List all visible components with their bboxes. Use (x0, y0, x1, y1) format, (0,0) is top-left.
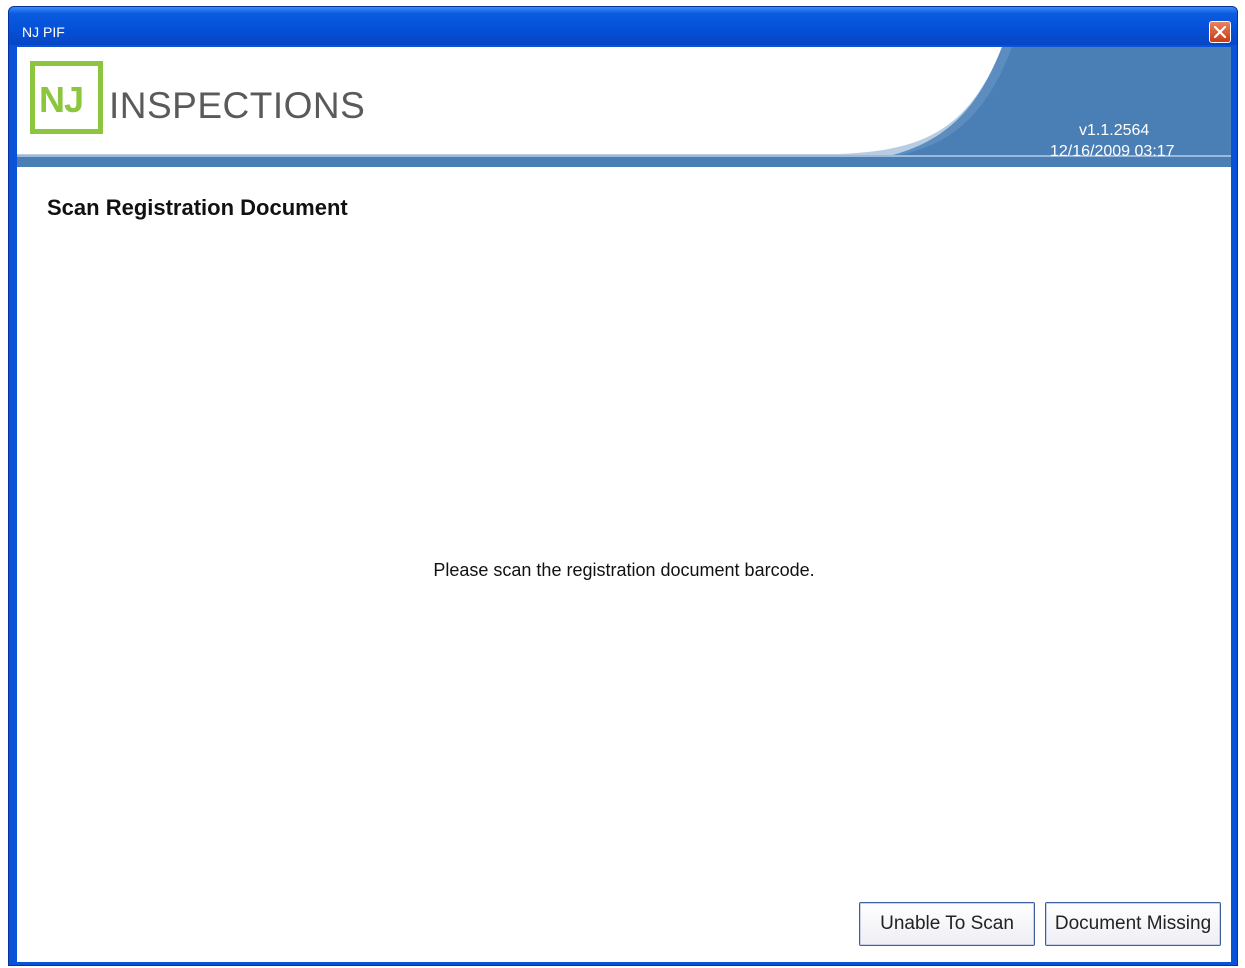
window-title: NJ PIF (22, 24, 65, 40)
title-bar[interactable]: NJ PIF (9, 7, 1237, 45)
datetime-label: 12/16/2009 03:17 (1050, 143, 1175, 160)
unable-to-scan-button[interactable]: Unable To Scan (859, 902, 1035, 946)
version-label: v1.1.2564 (1079, 122, 1150, 139)
scan-instruction: Please scan the registration document ba… (433, 560, 815, 580)
logo-nj-box: NJ (30, 61, 103, 134)
header-banner: NJ INSPECTIONS v1.1.2564 12/16/2009 03:1… (17, 47, 1231, 167)
page-title: Scan Registration Document (47, 195, 348, 220)
client-area: NJ INSPECTIONS v1.1.2564 12/16/2009 03:1… (17, 47, 1231, 962)
close-icon (1214, 26, 1226, 38)
logo-inspections-text: INSPECTIONS (109, 85, 366, 126)
app-window: NJ PIF NJ INSPECTIONS v1.1.2564 12/16/20… (8, 6, 1238, 966)
document-missing-button[interactable]: Document Missing (1045, 902, 1221, 946)
logo-nj-text: NJ (39, 79, 84, 120)
close-button[interactable] (1209, 21, 1231, 43)
